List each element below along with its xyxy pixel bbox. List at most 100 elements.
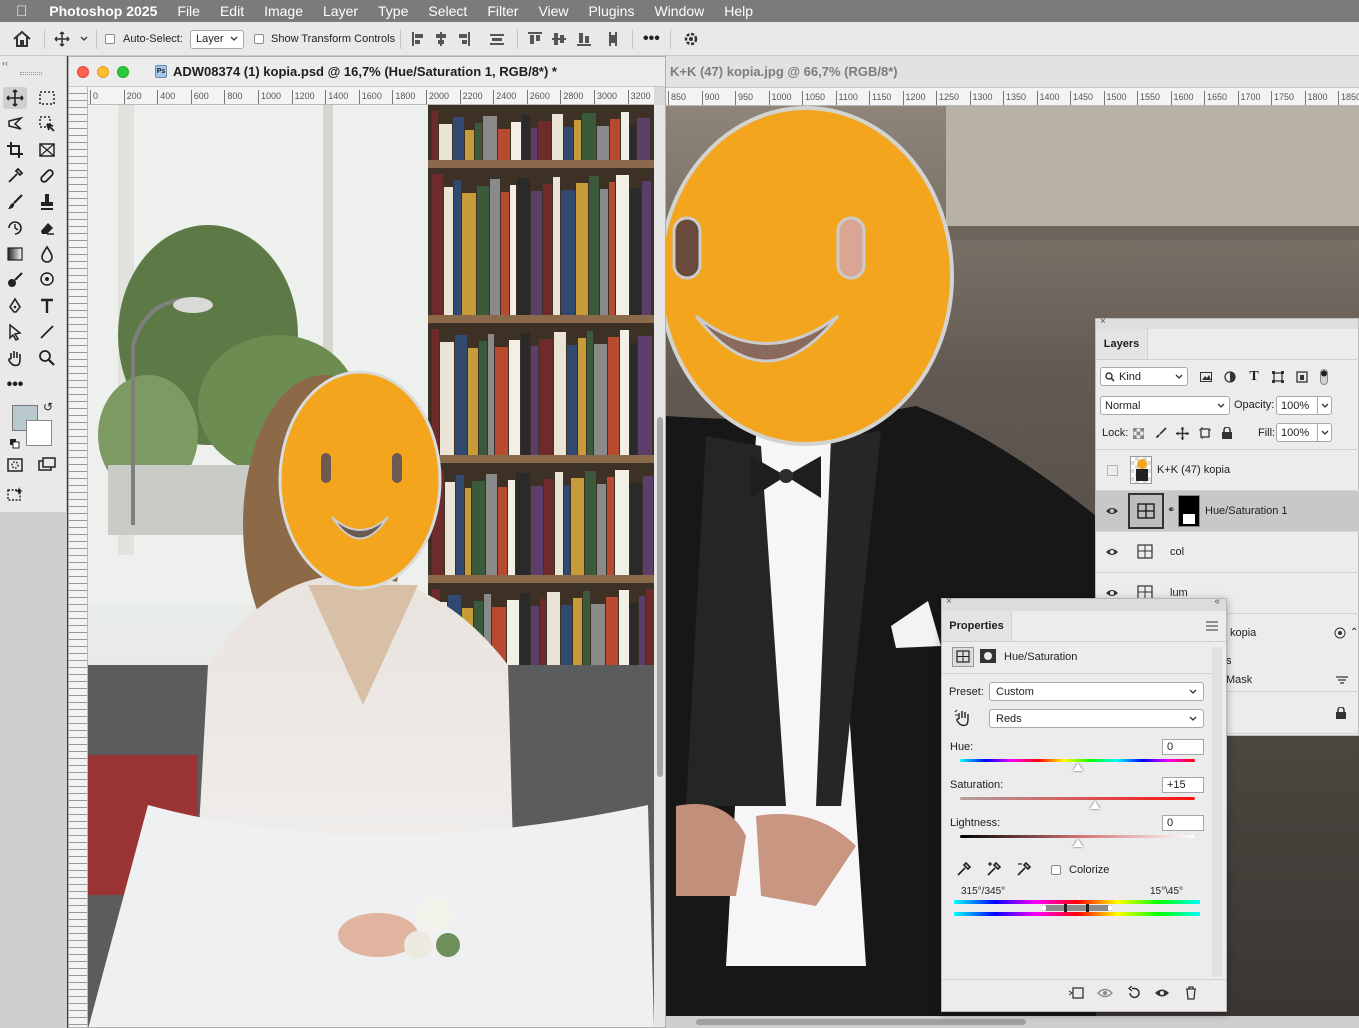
move-tool-icon[interactable] [3, 87, 27, 109]
channel-dropdown[interactable]: Reds [989, 709, 1204, 728]
view-previous-icon[interactable] [1095, 983, 1115, 1003]
frame-tool-icon[interactable] [35, 139, 59, 161]
minimize-window-icon[interactable] [97, 66, 109, 78]
gradient-tool-icon[interactable] [3, 243, 27, 265]
vertical-scrollbar[interactable] [654, 105, 665, 1027]
hue-input[interactable]: 0 [1162, 739, 1204, 755]
menu-edit[interactable]: Edit [210, 3, 254, 19]
apple-icon[interactable]:  [0, 3, 39, 20]
eye-icon[interactable] [1104, 503, 1120, 519]
gear-icon[interactable] [682, 22, 700, 56]
filter-shape-icon[interactable] [1268, 367, 1288, 387]
eyedropper-icon[interactable] [956, 861, 972, 880]
blur-tool-icon[interactable] [35, 243, 59, 265]
filter-mask-icon[interactable] [1336, 675, 1348, 688]
collapse-panel-icon[interactable]: « [1214, 596, 1220, 607]
document-2-title-bar[interactable]: K+K (47) kopia.jpg @ 66,7% (RGB/8*) [666, 56, 1359, 88]
preset-dropdown[interactable]: Custom [989, 682, 1204, 701]
filter-toggle-icon[interactable] [1314, 367, 1334, 387]
panel-menu-icon[interactable] [1206, 621, 1218, 634]
horizontal-ruler[interactable]: 0 200 400 600 800 1000 1200 1400 1600 1800 2000 220… [88, 87, 654, 105]
colorize-checkbox[interactable] [1051, 865, 1061, 878]
blend-mode-dropdown[interactable]: Normal [1100, 396, 1230, 415]
auto-select-checkbox[interactable] [105, 22, 115, 56]
generative-fill-icon[interactable] [3, 484, 27, 506]
path-select-tool-icon[interactable] [3, 321, 27, 343]
menu-view[interactable]: View [528, 3, 578, 19]
more-options-icon[interactable]: ••• [643, 22, 660, 56]
toggle-visibility-icon[interactable] [1152, 983, 1172, 1003]
canvas-bride-photo[interactable] [88, 105, 654, 1027]
menu-filter[interactable]: Filter [477, 3, 528, 19]
clip-to-layer-icon[interactable] [1066, 983, 1086, 1003]
filter-smart-object-icon[interactable] [1292, 367, 1312, 387]
visibility-toggle-off[interactable] [1104, 462, 1120, 478]
collapse-toolbar-icon[interactable]: ‹‹ [2, 58, 8, 68]
zoom-window-icon[interactable] [117, 66, 129, 78]
reset-icon[interactable] [1124, 983, 1144, 1003]
type-tool-icon[interactable] [35, 295, 59, 317]
close-window-icon[interactable] [77, 66, 89, 78]
adjustment-type-icon[interactable] [952, 647, 974, 667]
scrollbar-thumb[interactable] [657, 417, 663, 777]
distribute-icons[interactable] [527, 31, 627, 47]
smudge-tool-icon[interactable] [35, 269, 59, 291]
expand-icon[interactable]: ⌃ [1350, 627, 1358, 638]
clone-stamp-tool-icon[interactable] [35, 191, 59, 213]
range-selector[interactable] [1042, 904, 1112, 912]
menu-plugins[interactable]: Plugins [579, 3, 645, 19]
saturation-slider-knob[interactable] [1090, 801, 1101, 809]
dodge-tool-icon[interactable] [3, 269, 27, 291]
layer-filter-dropdown[interactable]: Kind [1100, 367, 1188, 386]
filter-pixel-icon[interactable] [1196, 367, 1216, 387]
layers-panel-header[interactable]: × [1096, 316, 1358, 329]
menu-file[interactable]: File [167, 3, 210, 19]
link-icon[interactable]: ⚭ [1167, 505, 1175, 516]
eye-icon[interactable] [1104, 544, 1120, 560]
swap-colors-icon[interactable]: ↺ [43, 400, 53, 414]
pen-tool-icon[interactable] [3, 295, 27, 317]
adjustment-layer-thumbnail[interactable] [1128, 493, 1164, 529]
crop-tool-icon[interactable] [3, 139, 27, 161]
edit-toolbar-icon[interactable]: ••• [3, 374, 27, 396]
home-icon[interactable] [12, 22, 32, 56]
document-1-title-bar[interactable]: Ps ADW08374 (1) kopia.psd @ 16,7% (Hue/S… [69, 57, 665, 87]
lock-transparent-icon[interactable] [1128, 423, 1148, 443]
menu-type[interactable]: Type [368, 3, 418, 19]
lasso-tool-icon[interactable] [3, 113, 27, 135]
layer-row-hue-saturation-1[interactable]: ⚭ Hue/Saturation 1 [1096, 491, 1359, 532]
properties-tab[interactable]: Properties [942, 611, 1012, 641]
screen-mode-icon[interactable] [35, 454, 59, 476]
brush-tool-icon[interactable] [3, 191, 27, 213]
menu-help[interactable]: Help [714, 3, 763, 19]
default-colors-icon[interactable] [10, 436, 20, 449]
horizontal-scrollbar[interactable] [666, 1016, 1359, 1028]
filter-type-icon[interactable]: T [1244, 367, 1264, 387]
delete-icon[interactable] [1181, 983, 1201, 1003]
horizontal-ruler-2[interactable]: 850 900 950 1000 1050 1100 1150 1200 1250 1300 135… [666, 88, 1359, 106]
menu-select[interactable]: Select [418, 3, 477, 19]
zoom-tool-icon[interactable] [35, 347, 59, 369]
filter-adjustment-icon[interactable] [1220, 367, 1240, 387]
eyedropper-plus-icon[interactable] [986, 861, 1002, 880]
hue-slider[interactable] [960, 759, 1195, 762]
layers-tab[interactable]: Layers [1096, 329, 1148, 359]
menu-layer[interactable]: Layer [313, 3, 368, 19]
mask-icon[interactable] [978, 647, 1000, 667]
layer-mask-thumbnail[interactable] [1178, 495, 1200, 527]
layer-row-col[interactable]: col [1096, 532, 1359, 573]
object-select-tool-icon[interactable] [35, 113, 59, 135]
marquee-tool-icon[interactable] [35, 87, 59, 109]
line-tool-icon[interactable] [35, 321, 59, 343]
horizontal-scrollbar-thumb[interactable] [696, 1019, 1026, 1025]
menu-image[interactable]: Image [254, 3, 313, 19]
layer-row-kk-kopia[interactable]: K+K (47) kopia [1096, 450, 1359, 491]
menu-window[interactable]: Window [644, 3, 714, 19]
properties-scrollbar[interactable] [1212, 647, 1222, 977]
history-brush-tool-icon[interactable] [3, 217, 27, 239]
hand-tool-icon[interactable] [3, 347, 27, 369]
background-color-swatch[interactable] [26, 420, 52, 446]
move-tool-preset-icon[interactable] [54, 22, 90, 56]
lightness-slider[interactable] [960, 835, 1195, 838]
lock-pixels-icon[interactable] [1151, 423, 1171, 443]
